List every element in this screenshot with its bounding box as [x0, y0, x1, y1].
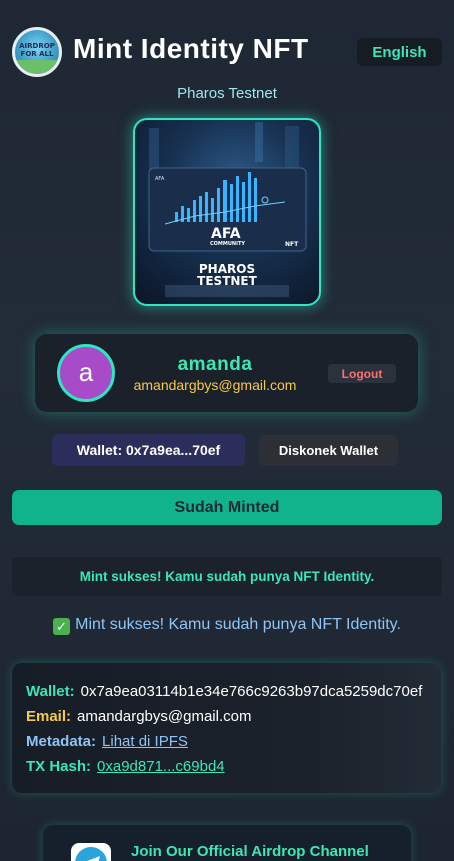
mint-status-button[interactable]: Sudah Minted	[12, 490, 442, 525]
nft-image: AFA AFA COMMUNITY NFT PHAROS TESTNET	[133, 118, 321, 306]
tx-hash-label: TX Hash:	[26, 758, 92, 775]
nft-caption-line2: TESTNET	[197, 274, 257, 288]
nft-brand-sub: COMMUNITY	[210, 241, 245, 247]
profile-card: a amanda amandargbys@gmail.com Logout	[35, 334, 418, 412]
metadata-label: Metadata:	[26, 733, 97, 750]
username: amanda	[177, 354, 253, 375]
app-logo: AIRDROP FOR ALL	[12, 27, 62, 77]
ipfs-link[interactable]: Lihat di IPFS	[102, 733, 188, 750]
nft-brand: AFA	[211, 226, 241, 242]
info-row-metadata: Metadata: Lihat di IPFS	[26, 733, 188, 750]
mint-info-card: Wallet: 0x7a9ea03114b1e34e766c9263b97dca5…	[12, 663, 441, 793]
user-email: amandargbys@gmail.com	[133, 377, 297, 393]
info-row-tx: TX Hash: 0xa9d871...c69bd4	[26, 758, 225, 775]
disconnect-wallet-button[interactable]: Diskonek Wallet	[259, 435, 398, 466]
check-icon: ✓	[53, 618, 71, 635]
success-message-text: Mint sukses! Kamu sudah punya NFT Identi…	[75, 616, 401, 633]
logo-ground	[15, 60, 59, 74]
nft-caption: PHAROS TESTNET	[135, 263, 319, 287]
avatar: a	[57, 344, 115, 402]
channel-text: Join Our Official Airdrop Channel	[131, 843, 369, 860]
telegram-icon	[71, 843, 111, 861]
email-label: Email:	[26, 708, 72, 725]
wallet-value: 0x7a9ea03114b1e34e766c9263b97dca5259dc70…	[80, 683, 423, 700]
wallet-address-pill: Wallet: 0x7a9ea...70ef	[52, 434, 245, 466]
nft-brand-small: AFA	[155, 176, 165, 182]
page-title: Mint Identity NFT	[73, 33, 309, 64]
logo-text: AIRDROP FOR ALL	[19, 42, 55, 58]
info-row-email: Email: amandargbys@gmail.com	[26, 708, 251, 725]
info-row-wallet: Wallet: 0x7a9ea03114b1e34e766c9263b97dca5…	[26, 683, 422, 700]
language-button[interactable]: English	[357, 38, 442, 66]
network-label: Pharos Testnet	[177, 85, 277, 102]
success-banner: Mint sukses! Kamu sudah punya NFT Identi…	[12, 557, 442, 596]
nft-badge: NFT	[285, 241, 299, 248]
tx-hash-link[interactable]: 0xa9d871...c69bd4	[97, 758, 225, 775]
airdrop-channel-card[interactable]: Join Our Official Airdrop Channel	[43, 825, 411, 861]
telegram-icon-circle	[75, 847, 107, 861]
logout-button[interactable]: Logout	[328, 364, 396, 383]
success-message: ✓ Mint sukses! Kamu sudah punya NFT Ident…	[0, 616, 454, 635]
telegram-plane-icon	[87, 856, 100, 861]
wallet-label: Wallet:	[26, 683, 75, 700]
email-value: amandargbys@gmail.com	[77, 708, 252, 725]
